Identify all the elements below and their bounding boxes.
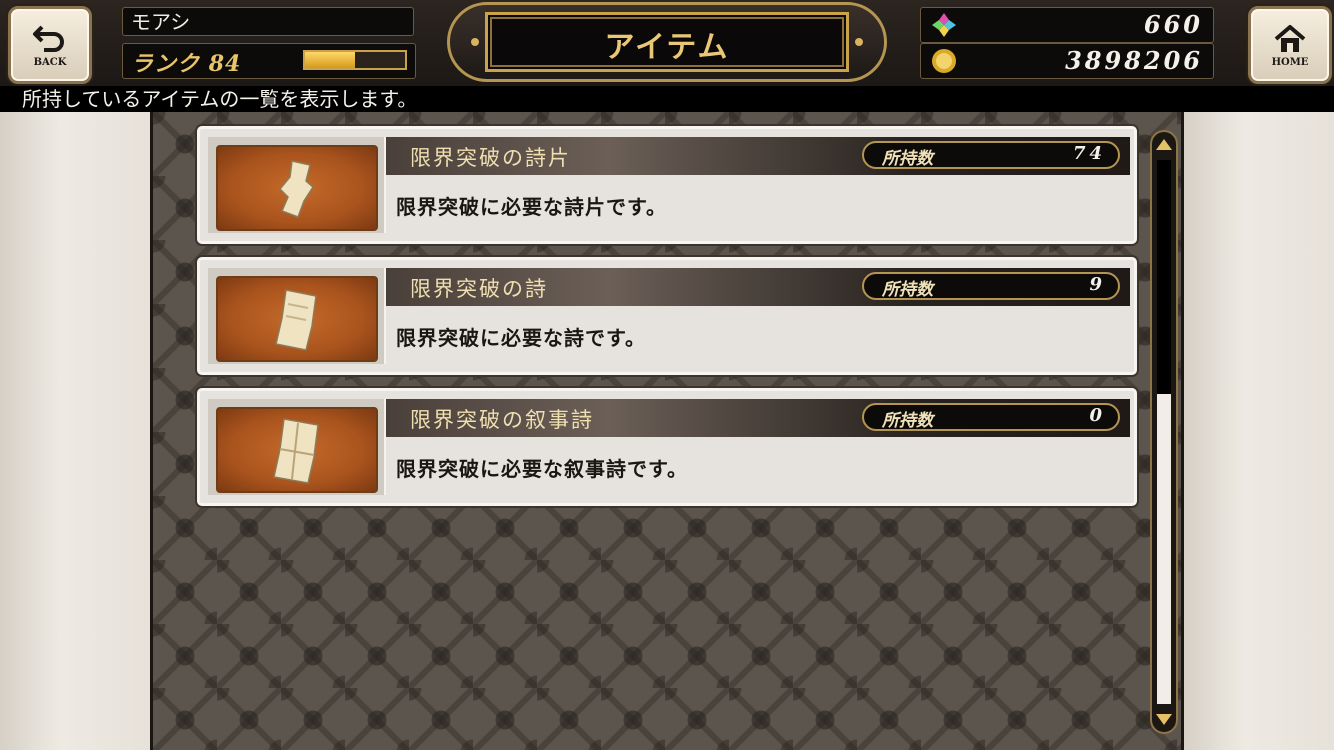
- item-description: 限界突破に必要な詩片です。: [396, 195, 667, 219]
- owned-label: 所持数: [882, 411, 933, 431]
- home-label: HOME: [1271, 56, 1309, 68]
- owned-count-badge: 所持数 74: [862, 141, 1120, 169]
- item-name: 限界突破の詩片: [410, 146, 571, 170]
- item-thumbnail: [208, 268, 386, 364]
- item-header: 限界突破の叙事詩 所持数 0: [386, 399, 1130, 437]
- page-title: アイテム: [604, 30, 730, 65]
- item-description: 限界突破に必要な叙事詩です。: [396, 457, 688, 481]
- rank-label: ランク: [131, 51, 201, 77]
- item-description: 限界突破に必要な詩です。: [396, 326, 646, 350]
- rainbow-gem-icon: [932, 13, 956, 37]
- back-label: BACK: [33, 56, 67, 68]
- item-card[interactable]: 限界突破の叙事詩 所持数 0 限界突破に必要な叙事詩です。: [197, 388, 1137, 506]
- owned-count: 0: [1089, 405, 1106, 426]
- scroll-thumb[interactable]: [1157, 160, 1171, 394]
- owned-count: 9: [1089, 274, 1106, 295]
- owned-count-badge: 所持数 9: [862, 272, 1120, 300]
- player-name: モアシ: [122, 7, 414, 36]
- scrollbar[interactable]: [1150, 130, 1178, 734]
- coin-count: 3898206: [1065, 46, 1203, 75]
- scroll-fragment-icon: [278, 160, 314, 218]
- item-card[interactable]: 限界突破の詩 所持数 9 限界突破に必要な詩です。: [197, 257, 1137, 375]
- item-thumbnail: [208, 399, 386, 495]
- gold-coin-icon: [932, 49, 956, 73]
- owned-count: 74: [1072, 143, 1106, 164]
- owned-label: 所持数: [882, 149, 933, 169]
- home-icon: [1274, 24, 1306, 52]
- item-header: 限界突破の詩 所持数 9: [386, 268, 1130, 306]
- owned-count-badge: 所持数 0: [862, 403, 1120, 431]
- rank-panel: ランク 84: [122, 43, 416, 79]
- title-plate: アイテム: [447, 2, 887, 82]
- scroll-down-arrow-icon[interactable]: [1155, 712, 1173, 726]
- rank-progress-fill: [305, 52, 355, 68]
- rank-value: 84: [208, 51, 242, 77]
- right-side-panel: [1181, 112, 1334, 750]
- rank-progress-bar: [303, 50, 407, 70]
- item-header: 限界突破の詩片 所持数 74: [386, 137, 1130, 175]
- home-button[interactable]: HOME: [1248, 6, 1332, 84]
- gem-counter: 660: [920, 7, 1214, 43]
- back-button[interactable]: BACK: [8, 6, 92, 84]
- scroll-book-icon: [273, 418, 319, 484]
- left-side-panel: [0, 112, 153, 750]
- item-name: 限界突破の叙事詩: [410, 408, 594, 432]
- scroll-up-arrow-icon[interactable]: [1155, 138, 1173, 152]
- top-bar: BACK モアシ ランク 84 アイテム 660 3898206 HOME: [0, 0, 1334, 88]
- back-arrow-icon: [33, 25, 64, 52]
- item-card[interactable]: 限界突破の詩片 所持数 74 限界突破に必要な詩片です。: [197, 126, 1137, 244]
- item-name: 限界突破の詩: [410, 277, 548, 301]
- coin-counter: 3898206: [920, 43, 1214, 79]
- info-text: 所持しているアイテムの一覧を表示します。: [0, 86, 1334, 112]
- item-thumbnail: [208, 137, 386, 233]
- owned-label: 所持数: [882, 280, 933, 300]
- scroll-page-icon: [275, 289, 317, 351]
- gem-count: 660: [1143, 10, 1203, 39]
